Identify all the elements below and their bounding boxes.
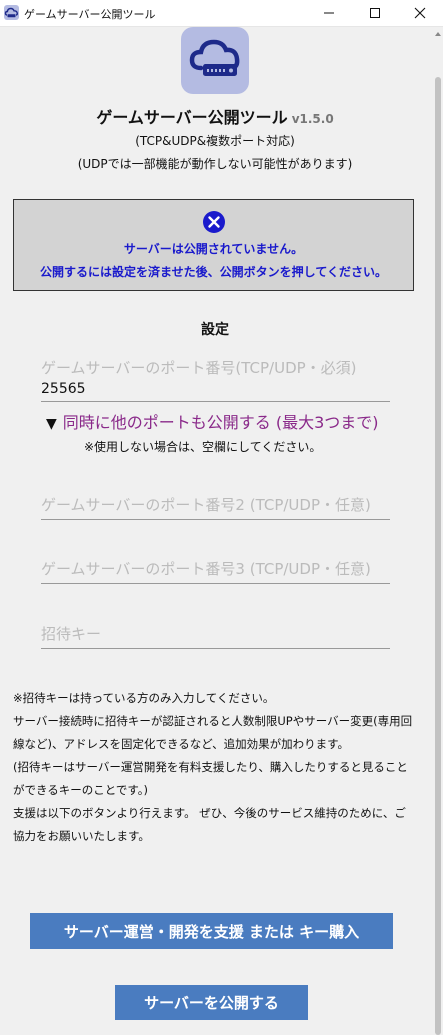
port1-label: ゲームサーバーのポート番号(TCP/UDP・必須): [41, 359, 357, 377]
app-logo: [181, 27, 249, 94]
close-button[interactable]: [397, 0, 443, 26]
port3-underline: [41, 583, 390, 584]
publish-server-button[interactable]: サーバーを公開する: [115, 985, 308, 1020]
minimize-icon: [324, 12, 334, 14]
info-paragraph: 支援は以下のボタンより行えます。 ぜひ、今後のサービス維持のために、ご協力をお願…: [13, 806, 406, 843]
port1-input[interactable]: [41, 381, 381, 397]
subtitle-protocols: (TCP&UDP&複数ポート対応): [135, 134, 295, 148]
more-ports-label: 同時に他のポートも公開する (最大3つまで): [62, 413, 379, 432]
maximize-button[interactable]: [352, 0, 398, 26]
port2-input[interactable]: ゲームサーバーのポート番号2 (TCP/UDP・任意): [41, 494, 371, 515]
subtitle-udp-warning: (UDPでは一部機能が動作しない可能性があります): [77, 157, 353, 171]
main-content: ゲームサーバー公開ツール v1.5.0 (TCP&UDP&複数ポート対応) (UD…: [0, 27, 430, 1035]
info-paragraph: サーバー接続時に招待キーが認証されると人数制限UPやサーバー変更(専用回線など)…: [13, 714, 413, 751]
info-paragraph: ※招待キーは持っている方のみ入力してください。: [13, 691, 275, 705]
app-version: v1.5.0: [291, 112, 334, 126]
app-title: ゲームサーバー公開ツール v1.5.0: [0, 104, 430, 128]
port3-input[interactable]: ゲームサーバーのポート番号3 (TCP/UDP・任意): [41, 558, 371, 579]
app-small-icon: [4, 5, 19, 20]
more-ports-expander[interactable]: ▼ 同時に他のポートも公開する (最大3つまで): [46, 409, 379, 433]
minimize-button[interactable]: [306, 0, 352, 26]
title-bar: ゲームサーバー公開ツール: [0, 0, 443, 27]
port1-underline: [41, 401, 390, 402]
support-button[interactable]: サーバー運営・開発を支援 または キー購入: [30, 913, 393, 949]
invite-key-input[interactable]: 招待キー: [41, 623, 101, 644]
window-title: ゲームサーバー公開ツール: [24, 8, 156, 21]
ports-note: ※使用しない場合は、空欄にしてください。: [84, 440, 322, 454]
vertical-scrollbar[interactable]: [433, 27, 443, 1035]
port2-underline: [41, 519, 390, 520]
settings-heading: 設定: [201, 322, 229, 338]
info-paragraph: (招待キーはサーバー運営開発を有料支援したり、購入したりすると見ることができるキ…: [13, 760, 408, 797]
invite-key-info: ※招待キーは持っている方のみ入力してください。 サーバー接続時に招待キーが認証さ…: [13, 687, 415, 848]
invite-key-underline: [41, 648, 390, 649]
app-name: ゲームサーバー公開ツール: [96, 108, 288, 127]
maximize-icon: [370, 8, 380, 18]
close-icon: [414, 7, 426, 19]
scrollbar-thumb[interactable]: [435, 77, 441, 1035]
expand-arrow-icon: ▼: [46, 416, 57, 432]
status-message: サーバーは公開されていません。: [123, 242, 304, 256]
status-panel: サーバーは公開されていません。 公開するには設定を済ませた後、公開ボタンを押して…: [13, 199, 414, 291]
cloud-server-icon: [189, 39, 240, 76]
status-instruction: 公開するには設定を済ませた後、公開ボタンを押してください。: [40, 265, 387, 279]
x-circle-icon: [203, 211, 225, 233]
scroll-up-arrow-icon[interactable]: [433, 29, 443, 39]
